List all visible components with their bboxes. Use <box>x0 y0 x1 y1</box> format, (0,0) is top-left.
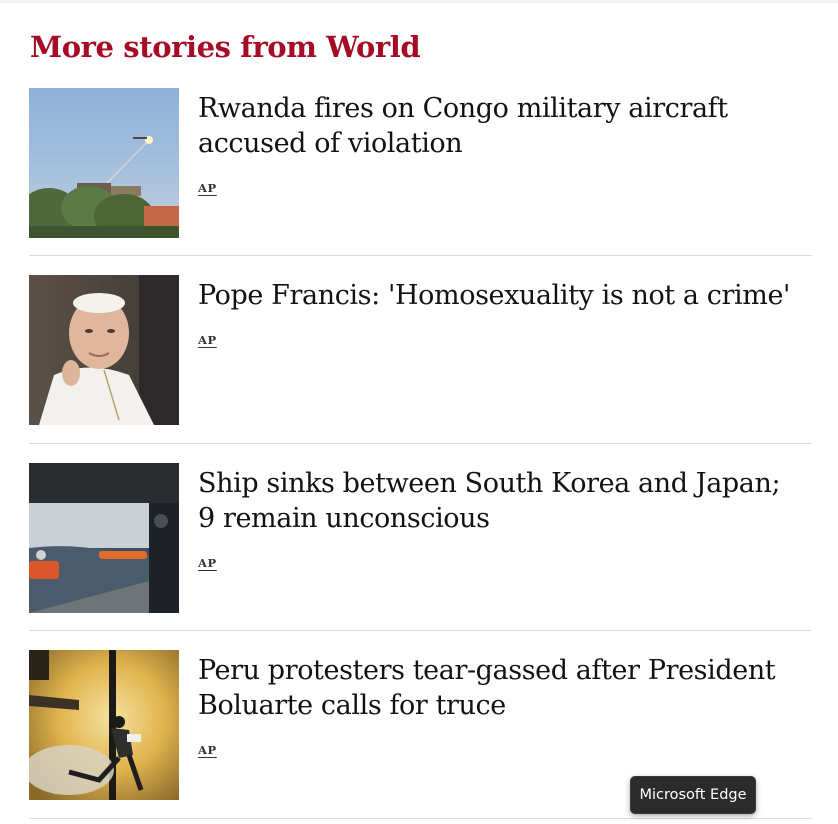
story-card[interactable]: Rwanda fires on Congo military aircraft … <box>29 88 812 238</box>
protest-photo-icon[interactable] <box>29 650 179 800</box>
section-title: More stories from World <box>30 30 421 64</box>
browser-tooltip: Microsoft Edge <box>630 776 756 814</box>
story-headline[interactable]: Ship sinks between South Korea and Japan… <box>198 466 798 536</box>
story-source-link[interactable]: AP <box>198 333 217 347</box>
divider <box>29 630 812 631</box>
drone-photo-icon[interactable] <box>29 88 179 238</box>
divider <box>29 818 812 819</box>
story-headline[interactable]: Pope Francis: 'Homosexuality is not a cr… <box>198 278 798 313</box>
sea-rescue-photo-icon[interactable] <box>29 463 179 613</box>
story-card[interactable]: Ship sinks between South Korea and Japan… <box>29 463 812 613</box>
story-source-link[interactable]: AP <box>198 556 217 570</box>
portrait-photo-icon[interactable] <box>29 275 179 425</box>
story-headline[interactable]: Rwanda fires on Congo military aircraft … <box>198 91 798 161</box>
divider <box>29 255 812 256</box>
top-border <box>0 0 838 3</box>
story-card[interactable]: Pope Francis: 'Homosexuality is not a cr… <box>29 275 812 425</box>
divider <box>29 443 812 444</box>
story-source-link[interactable]: AP <box>198 743 217 757</box>
story-headline[interactable]: Peru protesters tear-gassed after Presid… <box>198 653 798 723</box>
story-source-link[interactable]: AP <box>198 181 217 195</box>
